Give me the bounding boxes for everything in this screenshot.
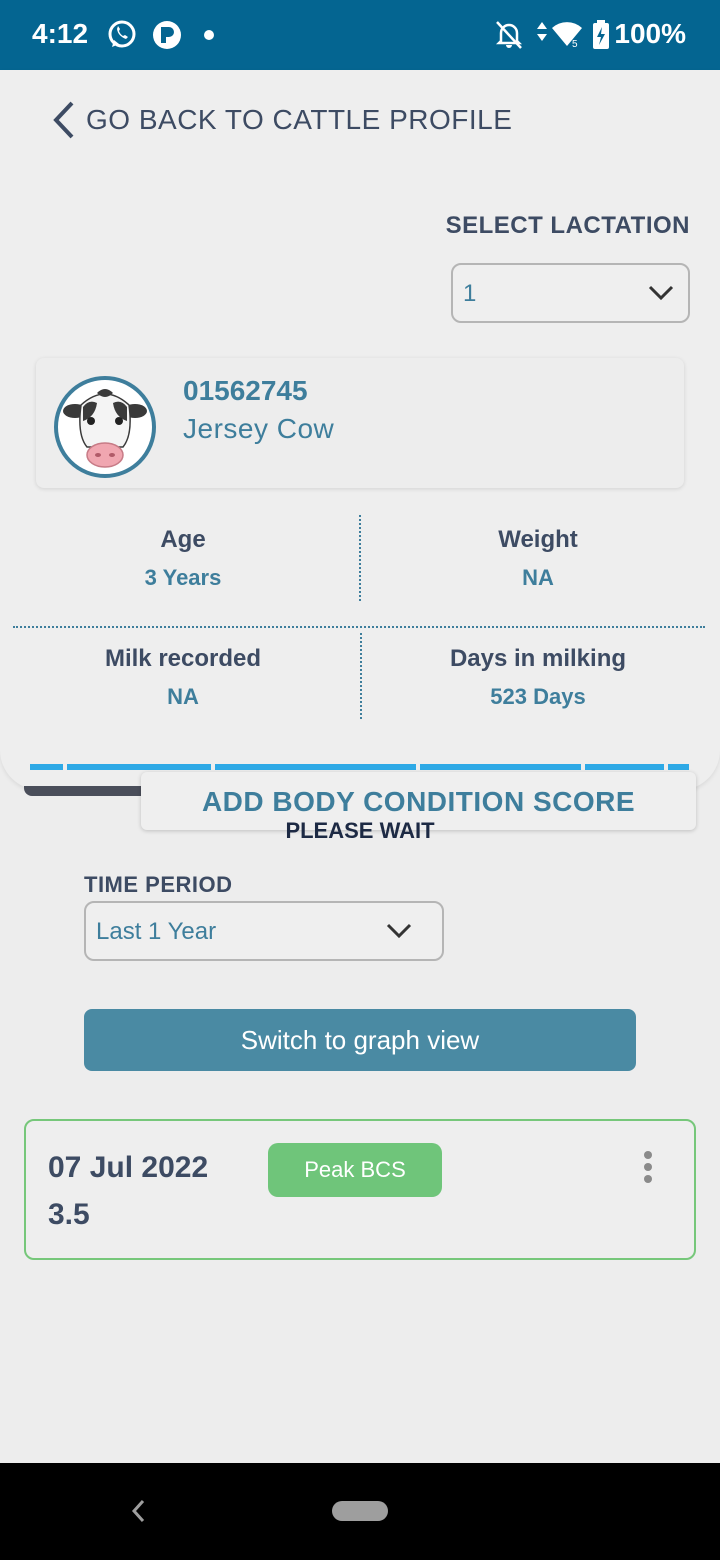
lactation-selected-value: 1 (463, 280, 477, 307)
stats-divider-vertical (360, 633, 362, 719)
nav-back-icon[interactable] (128, 1496, 148, 1526)
cattle-breed: Jersey Cow (183, 413, 335, 444)
days-in-milking-value: 523 Days (490, 684, 586, 709)
time-period-select[interactable]: Last 1 Year (84, 901, 444, 961)
lactation-select[interactable]: 1 (451, 263, 690, 323)
age-label: Age (160, 526, 206, 553)
loading-progress-segment (215, 764, 416, 770)
milk-recorded-value: NA (167, 684, 199, 709)
system-navigation-bar (0, 1463, 720, 1560)
loading-progress-segment (30, 764, 63, 770)
back-to-cattle-profile-link[interactable]: GO BACK TO CATTLE PROFILE (50, 100, 512, 140)
cattle-id: 01562745 (183, 375, 308, 406)
record-score: 3.5 (48, 1198, 90, 1231)
add-bcs-label: ADD BODY CONDITION SCORE (201, 786, 636, 817)
chevron-down-icon (386, 923, 412, 939)
peak-bcs-badge: Peak BCS (268, 1143, 442, 1197)
chevron-down-icon (648, 285, 674, 301)
data-arrows-icon (537, 22, 547, 41)
time-period-title: TIME PERIOD (84, 872, 233, 897)
bell-off-icon (495, 21, 523, 49)
status-bar: 4:12 5 100% (0, 0, 720, 70)
wifi-icon: 5 (552, 22, 582, 50)
more-options-icon[interactable] (638, 1151, 658, 1187)
svg-text:5: 5 (572, 39, 578, 50)
please-wait-text: PLEASE WAIT (285, 818, 435, 843)
stats-divider-horizontal (13, 626, 705, 628)
loading-progress-segment (67, 764, 211, 770)
back-link-label: GO BACK TO CATTLE PROFILE (86, 104, 513, 135)
days-in-milking-label: Days in milking (449, 645, 627, 672)
nav-home-pill[interactable] (332, 1501, 388, 1521)
cow-avatar (54, 376, 156, 478)
notification-dot-icon (204, 30, 214, 40)
select-lactation-title: SELECT LACTATION (445, 212, 690, 239)
switch-to-graph-view-button[interactable]: Switch to graph view (84, 1009, 636, 1071)
status-time: 4:12 (32, 18, 89, 49)
loading-progress-segment (585, 764, 664, 770)
milk-recorded-label: Milk recorded (104, 645, 262, 672)
weight-value: NA (522, 565, 554, 590)
chevron-left-icon (53, 101, 74, 139)
weight-label: Weight (498, 526, 578, 553)
loading-progress-segment (668, 764, 689, 770)
p-app-icon (153, 21, 181, 49)
cattle-info-card: 01562745 Jersey Cow (36, 358, 684, 488)
battery-percentage: 100% (614, 18, 686, 49)
stats-divider-vertical (359, 515, 361, 601)
battery-charging-icon (593, 20, 609, 49)
record-date: 07 Jul 2022 (48, 1151, 209, 1184)
whatsapp-icon (108, 20, 136, 48)
loading-progress-segment (420, 764, 581, 770)
bcs-record-card[interactable]: 07 Jul 2022 Peak BCS 3.5 (24, 1119, 696, 1260)
age-value: 3 Years (144, 565, 222, 590)
time-period-selected-value: Last 1 Year (96, 918, 217, 945)
